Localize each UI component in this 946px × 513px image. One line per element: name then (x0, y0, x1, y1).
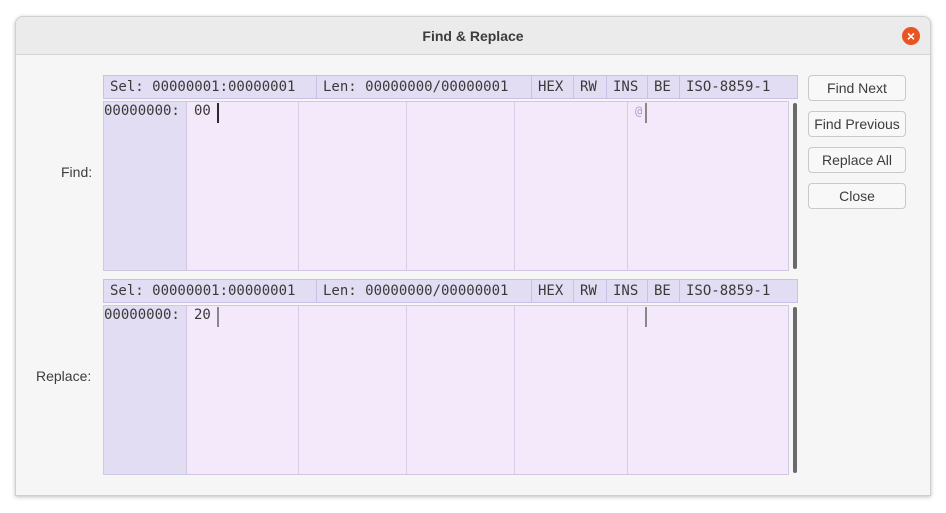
find-selection-status: Sel: 00000001:00000001 (104, 76, 317, 98)
find-rw-status[interactable]: RW (574, 76, 607, 98)
find-encoding-status[interactable]: ISO-8859-1 (680, 76, 776, 98)
close-icon[interactable]: × (902, 27, 920, 45)
find-hex-editor[interactable]: Sel: 00000001:00000001 Len: 00000000/000… (103, 75, 798, 273)
close-button[interactable]: Close (808, 183, 906, 209)
replace-status-bar: Sel: 00000001:00000001 Len: 00000000/000… (103, 279, 798, 303)
replace-label: Replace: (36, 368, 92, 384)
column-divider (298, 306, 299, 474)
find-hex-grid[interactable]: 00000000: 00 @ (103, 101, 789, 271)
find-ascii-value[interactable]: @ (635, 104, 642, 118)
column-divider (627, 102, 628, 270)
replace-scrollbar[interactable] (793, 307, 797, 473)
find-ascii-caret (645, 103, 647, 123)
replace-rw-status[interactable]: RW (574, 280, 607, 302)
replace-hex-grid[interactable]: 00000000: 20 (103, 305, 789, 475)
find-previous-button[interactable]: Find Previous (808, 111, 906, 137)
column-divider (406, 306, 407, 474)
find-address-column (104, 102, 187, 270)
column-divider (514, 102, 515, 270)
replace-all-button[interactable]: Replace All (808, 147, 906, 173)
replace-address: 00000000: (104, 307, 180, 323)
replace-address-column (104, 306, 187, 474)
replace-hex-value[interactable]: 20 (194, 307, 211, 323)
title-bar: Find & Replace × (16, 17, 930, 55)
column-divider (627, 306, 628, 474)
replace-length-status: Len: 00000000/00000001 (317, 280, 532, 302)
replace-ins-status[interactable]: INS (607, 280, 648, 302)
find-length-status: Len: 00000000/00000001 (317, 76, 532, 98)
find-next-button[interactable]: Find Next (808, 75, 906, 101)
find-address: 00000000: (104, 103, 180, 119)
find-ins-status[interactable]: INS (607, 76, 648, 98)
replace-ascii-caret (645, 307, 647, 327)
find-replace-dialog: Find & Replace × Find: Sel: 00000001:000… (15, 16, 931, 496)
find-endian-status[interactable]: BE (648, 76, 680, 98)
window-title: Find & Replace (422, 28, 524, 44)
find-mode-status[interactable]: HEX (532, 76, 574, 98)
find-label: Find: (61, 164, 93, 180)
replace-endian-status[interactable]: BE (648, 280, 680, 302)
find-scrollbar[interactable] (793, 103, 797, 269)
column-divider (298, 102, 299, 270)
find-hex-caret (217, 103, 219, 123)
replace-mode-status[interactable]: HEX (532, 280, 574, 302)
replace-selection-status: Sel: 00000001:00000001 (104, 280, 317, 302)
find-status-bar: Sel: 00000001:00000001 Len: 00000000/000… (103, 75, 798, 99)
replace-hex-caret (217, 307, 219, 327)
find-hex-value[interactable]: 00 (194, 103, 211, 119)
replace-encoding-status[interactable]: ISO-8859-1 (680, 280, 776, 302)
column-divider (514, 306, 515, 474)
column-divider (406, 102, 407, 270)
replace-hex-editor[interactable]: Sel: 00000001:00000001 Len: 00000000/000… (103, 279, 798, 477)
